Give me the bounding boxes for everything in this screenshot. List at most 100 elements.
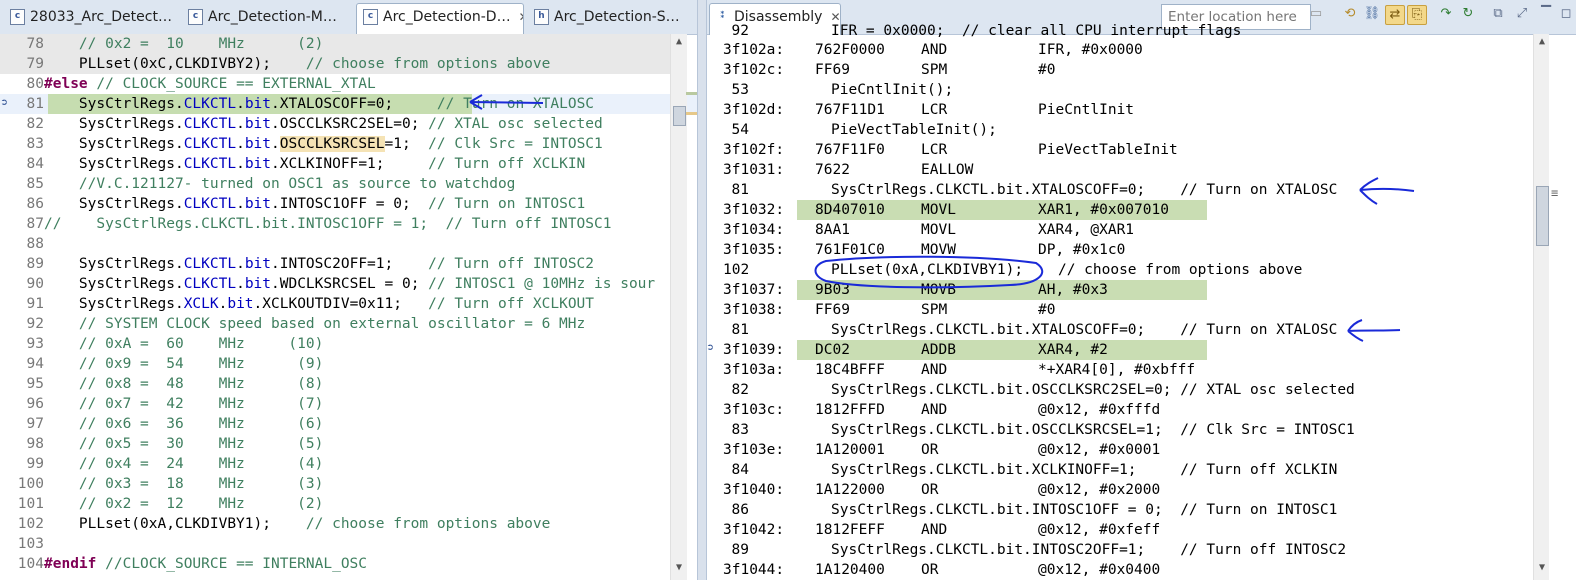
source-code-area[interactable]: 78 // 0x2 = 10 MHz (2) 79 PLLset(0xC,CLK… [0,34,697,580]
operands: IFR, #0x0000 [1038,42,1143,58]
disasm-instruction-row: 3f1039: DC02 ADDB XAR4, #2 [707,340,1576,360]
mnemonic: SPM [921,62,948,78]
tab-label: Arc_Detection-D… [383,9,511,25]
instruction-address: 3f1035: [723,242,785,258]
opcode: 9B03 [815,282,850,298]
tab-arc-detection-s[interactable]: h Arc_Detection-S… [528,4,696,31]
scroll-up-icon[interactable]: ▲ [1534,34,1550,50]
mnemonic: MOVL [921,202,956,218]
disasm-instruction-row: 3f102d: 767F11D1 LCR PieCntlInit [707,100,1576,120]
source-line-number: 82 [731,382,749,398]
tab-arc-detection-d[interactable]: c Arc_Detection-D… ✕ [356,3,524,35]
opcode: 8AA1 [815,222,850,238]
disasm-source-row: 102 PLLset(0xA,CLKDIVBY1); // choose from… [707,260,1576,280]
source-line-number: 86 [731,502,749,518]
opcode: 767F11D1 [815,102,885,118]
code-line: 94 // 0x9 = 54 MHz (9) [26,356,324,372]
disasm-partial-line: 92 IFR = 0x0000; // clear all CPU interru… [731,23,1242,39]
source-line-number: 89 [731,542,749,558]
disasm-instruction-row: 3f102a: 762F0000 AND IFR, #0x0000 [707,40,1576,60]
operands: PieCntlInit [1038,102,1135,118]
code-line: 93 // 0xA = 60 MHz (10) [26,336,324,352]
operands: @0x12, #0xfffd [1038,402,1161,418]
source-line-text: SysCtrlRegs.CLKCTL.bit.OSCCLKSRC2SEL=0; … [831,382,1355,398]
code-line: 87// SysCtrlRegs.CLKCTL.bit.INTOSC1OFF =… [26,216,612,232]
mnemonic: SPM [921,302,948,318]
operands: @0x12, #0x0400 [1038,562,1161,578]
code-line: 102 PLLset(0xA,CLKDIVBY1); // choose fro… [17,516,551,532]
instruction-address: 3f102a: [723,42,785,58]
source-line-number: 81 [731,322,749,338]
opcode: 1A122000 [815,482,885,498]
mnemonic: AND [921,522,948,538]
mnemonic: LCR [921,102,948,118]
disasm-instruction-row: 3f1044: 1A120400 OR @0x12, #0x0400 [707,560,1576,580]
disasm-instruction-row: 3f103a: 18C4BFFF AND *+XAR4[0], #0xbfff [707,360,1576,380]
code-line: 97 // 0x6 = 36 MHz (6) [26,416,324,432]
source-line-text: SysCtrlRegs.CLKCTL.bit.XCLKINOFF=1; // T… [831,462,1338,478]
c-source-icon: c [10,9,25,25]
instruction-address: 3f1044: [723,562,785,578]
source-line-text: SysCtrlRegs.CLKCTL.bit.XTALOSCOFF=0; // … [831,322,1338,338]
close-icon[interactable]: ✕ [519,4,523,31]
mnemonic: MOVB [921,282,956,298]
instruction-address: 3f103a: [723,362,785,378]
pane-divider[interactable] [698,0,706,580]
mnemonic: OR [921,562,939,578]
operands: #0 [1038,62,1056,78]
opcode: 761F01C0 [815,242,885,258]
instruction-address: 3f102d: [723,102,785,118]
opcode: 8D407010 [815,202,885,218]
disassembly-listing[interactable]: 92 IFR = 0x0000; // clear all CPU interru… [707,23,1576,580]
instruction-pointer-icon: ➲ [707,341,714,354]
instruction-address: 3f103c: [723,402,785,418]
disasm-instruction-row: 3f103e: 1A120001 OR @0x12, #0x0001 [707,440,1576,460]
scroll-thumb[interactable] [1536,186,1549,246]
operands: DP, #0x1c0 [1038,242,1126,258]
c-source-icon: c [363,9,378,25]
tab-label: Arc_Detection-S… [554,9,680,25]
disasm-instruction-row: 3f1031: 7622 EALLOW [707,160,1576,180]
code-line: 80#else // CLOCK_SOURCE == EXTERNAL_XTAL [26,76,376,92]
instruction-address: 3f103e: [723,442,785,458]
code-line: 78 // 0x2 = 10 MHz (2) [0,34,671,54]
opcode: 1A120400 [815,562,885,578]
opcode: 767F11F0 [815,142,885,158]
overview-marker: ≡ [1551,186,1559,200]
editor-vertical-scrollbar[interactable]: ▲ ▼ [670,34,687,580]
opcode: FF69 [815,62,850,78]
opcode: 1A120001 [815,442,885,458]
code-line: 82 SysCtrlRegs.CLKCTL.bit.OSCCLKSRC2SEL=… [26,116,603,132]
opcode: DC02 [815,342,850,358]
scroll-down-icon[interactable]: ▼ [1534,560,1550,576]
code-line: 104#endif //CLOCK_SOURCE == INTERNAL_OSC [17,556,368,572]
source-line-text: PieVectTableInit(); [831,122,997,138]
mnemonic: ADDB [921,342,956,358]
source-line-text: SysCtrlRegs.CLKCTL.bit.OSCCLKSRCSEL=1; /… [831,422,1355,438]
instruction-address: 3f1039: [723,342,785,358]
source-editor-pane: c 28033_Arc_Detect… c Arc_Detection-M… c Ar… [0,0,698,580]
tab-main-file[interactable]: c 28033_Arc_Detect… [4,4,176,31]
source-line-number: 83 [731,422,749,438]
tab-label: Arc_Detection-M… [208,9,337,25]
source-line-number: 54 [731,122,749,138]
overview-marker[interactable] [686,92,697,95]
scroll-down-icon[interactable]: ▼ [671,560,687,576]
disassembly-vertical-scrollbar[interactable]: ▲ ▼ [1533,34,1549,580]
overview-marker[interactable] [686,112,697,115]
row-highlight [797,340,1207,360]
mnemonic: LCR [921,142,948,158]
operands: @0x12, #0xfeff [1038,522,1161,538]
code-line: 88 [26,236,44,252]
code-line: 100 // 0x3 = 18 MHz (3) [17,476,324,492]
instruction-address: 3f1040: [723,482,785,498]
instruction-address: 3f1042: [723,522,785,538]
disasm-instruction-row: 3f1040: 1A122000 OR @0x12, #0x2000 [707,480,1576,500]
scroll-thumb[interactable] [673,106,686,126]
scroll-up-icon[interactable]: ▲ [671,34,687,50]
operands: XAR4, #2 [1038,342,1108,358]
disasm-instruction-row: 3f1032: 8D407010 MOVL XAR1, #0x007010 [707,200,1576,220]
tab-arc-detection-m[interactable]: c Arc_Detection-M… [182,4,352,31]
operands: *+XAR4[0], #0xbfff [1038,362,1196,378]
disasm-source-row: 84 SysCtrlRegs.CLKCTL.bit.XCLKINOFF=1; //… [707,460,1576,480]
